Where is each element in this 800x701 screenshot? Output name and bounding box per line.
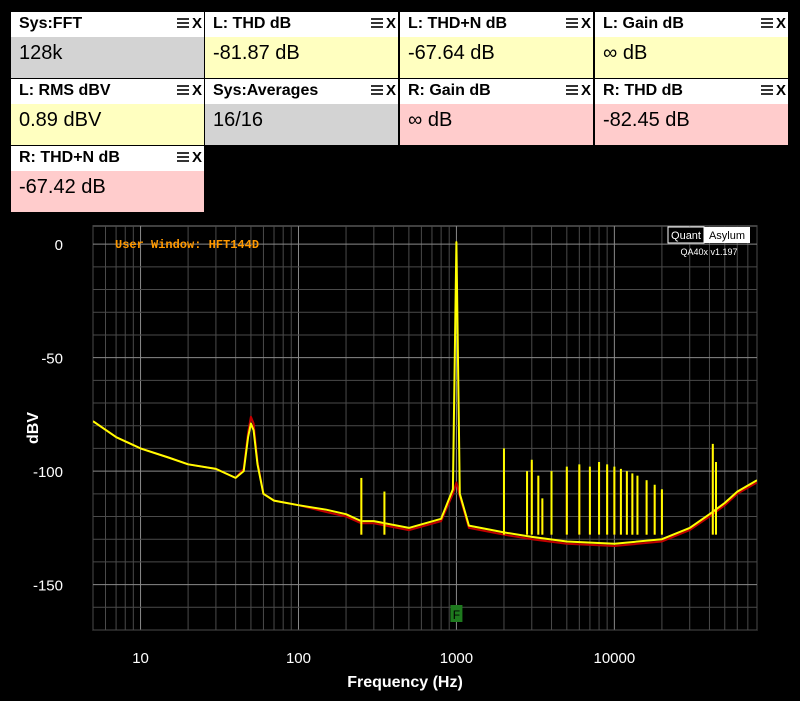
menu-icon[interactable]: [371, 18, 383, 31]
readout-tile-value: -81.87 dB: [205, 37, 398, 78]
logo-text-left: Quant: [671, 230, 701, 242]
readout-tile-header: L: RMS dBV X: [11, 79, 204, 104]
fft-chart: 0 -50 -100 -150 10 100 1000 10000 Frequency (Hz)…: [25, 225, 758, 691]
readout-tile-title: L: Gain dB: [603, 15, 684, 32]
x-tick-label: 1000: [440, 650, 473, 667]
readout-tile-title: Sys:FFT: [19, 15, 83, 32]
readout-tile-title: L: THD dB: [213, 15, 292, 32]
readout-tile-header: L: THD+N dB X: [400, 12, 593, 37]
menu-icon[interactable]: [761, 85, 773, 98]
readout-tile[interactable]: L: Gain dB X ∞ dB: [595, 12, 788, 78]
readout-tile-header: R: Gain dB X: [400, 79, 593, 104]
close-icon[interactable]: X: [776, 15, 786, 32]
readout-tile[interactable]: L: THD+N dB X -67.64 dB: [400, 12, 593, 78]
close-icon[interactable]: X: [581, 15, 591, 32]
readout-tile[interactable]: Sys:FFT X 128k: [11, 12, 204, 78]
close-icon[interactable]: X: [192, 149, 202, 166]
readout-tile[interactable]: L: THD dB X -81.87 dB: [205, 12, 398, 78]
close-icon[interactable]: X: [386, 82, 396, 99]
window-annotation: User Window: HFT144D: [115, 238, 259, 252]
menu-icon[interactable]: [761, 18, 773, 31]
readout-tile-header: R: THD dB X: [595, 79, 788, 104]
menu-icon[interactable]: [177, 18, 189, 31]
readout-tile-header: Sys:FFT X: [11, 12, 204, 37]
menu-icon[interactable]: [371, 85, 383, 98]
y-tick-label: -50: [41, 351, 63, 368]
frequency-marker-label: F: [453, 608, 460, 622]
readout-tile-value: 128k: [11, 37, 204, 78]
close-icon[interactable]: X: [776, 82, 786, 99]
x-tick-label: 10000: [594, 650, 636, 667]
readout-tile-value: ∞ dB: [595, 37, 788, 78]
menu-icon[interactable]: [566, 18, 578, 31]
readout-tile-title: L: THD+N dB: [408, 15, 508, 32]
readout-tile-value: -67.42 dB: [11, 171, 204, 212]
readout-tile[interactable]: R: THD dB X -82.45 dB: [595, 79, 788, 145]
readout-tile-header: R: THD+N dB X: [11, 146, 204, 171]
menu-icon[interactable]: [177, 152, 189, 165]
readout-tile-value: 16/16: [205, 104, 398, 145]
readout-tile-value: 0.89 dBV: [11, 104, 204, 145]
readout-tile-title: R: THD dB: [603, 82, 683, 99]
readout-tile-title: Sys:Averages: [213, 82, 319, 99]
x-axis-label: Frequency (Hz): [347, 674, 463, 691]
readout-tile-title: R: THD+N dB: [19, 149, 120, 166]
readout-tile-header: L: THD dB X: [205, 12, 398, 37]
menu-icon[interactable]: [177, 85, 189, 98]
readout-tile-value: ∞ dB: [400, 104, 593, 145]
close-icon[interactable]: X: [192, 15, 202, 32]
version-label: QA40x v1.197: [680, 247, 737, 257]
y-tick-label: -150: [33, 578, 63, 595]
readout-tile[interactable]: R: THD+N dB X -67.42 dB: [11, 146, 204, 212]
readout-tile[interactable]: Sys:Averages X 16/16: [205, 79, 398, 145]
logo-text-right: Asylum: [709, 230, 745, 242]
readout-tile-title: L: RMS dBV: [19, 82, 111, 99]
readout-tile[interactable]: L: RMS dBV X 0.89 dBV: [11, 79, 204, 145]
readout-tile-title: R: Gain dB: [408, 82, 491, 99]
readout-tile-value: -67.64 dB: [400, 37, 593, 78]
readout-tile-header: Sys:Averages X: [205, 79, 398, 104]
x-tick-label: 10: [132, 650, 149, 667]
menu-icon[interactable]: [566, 85, 578, 98]
close-icon[interactable]: X: [581, 82, 591, 99]
readout-tile[interactable]: R: Gain dB X ∞ dB: [400, 79, 593, 145]
readout-tile-header: L: Gain dB X: [595, 12, 788, 37]
close-icon[interactable]: X: [192, 82, 202, 99]
x-tick-label: 100: [286, 650, 311, 667]
plot-area: [92, 225, 758, 631]
y-tick-label: -100: [33, 464, 63, 481]
y-tick-label: 0: [55, 237, 63, 254]
close-icon[interactable]: X: [386, 15, 396, 32]
readout-tile-value: -82.45 dB: [595, 104, 788, 145]
y-axis-label: dBV: [25, 412, 42, 444]
